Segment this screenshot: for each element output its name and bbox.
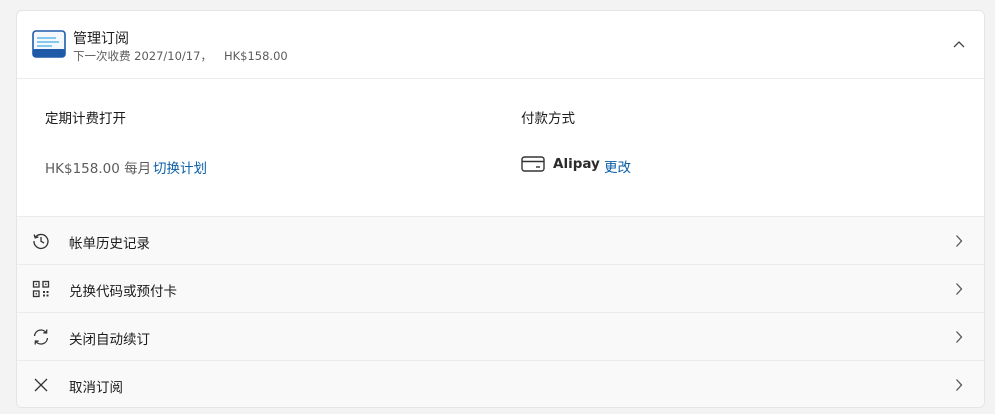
next-billing-date: 2027/10/17， bbox=[134, 49, 212, 63]
next-billing-label: 下一次收费 bbox=[73, 49, 131, 63]
chevron-right-icon bbox=[956, 331, 963, 343]
plan-price: HK$158.00 每月 bbox=[45, 161, 152, 177]
chevron-up-icon[interactable] bbox=[952, 39, 966, 49]
qr-code-icon bbox=[32, 280, 50, 298]
list-item-turn-off-auto-renew[interactable]: 关闭自动续订 bbox=[17, 312, 984, 360]
list-item-label: 帐单历史记录 bbox=[69, 236, 150, 252]
subscription-card: 管理订阅 下一次收费 2027/10/17， HK$158.00 定期计费打开 H… bbox=[16, 10, 985, 408]
subscription-details: 定期计费打开 HK$158.00 每月 切换计划 付款方式 Alipay 更改 bbox=[17, 80, 984, 216]
chevron-right-icon bbox=[956, 379, 963, 391]
payment-method-label: 付款方式 bbox=[521, 111, 575, 127]
list-item-label: 关闭自动续订 bbox=[69, 332, 150, 348]
history-icon bbox=[33, 233, 49, 250]
chevron-right-icon bbox=[956, 283, 963, 295]
list-item-label: 取消订阅 bbox=[69, 380, 123, 396]
sync-icon bbox=[33, 329, 49, 345]
subscription-actions: 帐单历史记录 兑换代码或预付卡 关闭自动续订 取消订阅 bbox=[17, 216, 984, 407]
list-item-cancel-subscription[interactable]: 取消订阅 bbox=[17, 360, 984, 407]
next-billing-info: 下一次收费 2027/10/17， HK$158.00 bbox=[73, 48, 288, 64]
subscription-card-icon bbox=[32, 30, 66, 58]
chevron-right-icon bbox=[956, 235, 963, 247]
credit-card-icon bbox=[521, 156, 545, 172]
page-title: 管理订阅 bbox=[73, 31, 129, 47]
change-payment-link[interactable]: 更改 bbox=[604, 156, 631, 176]
list-item-label: 兑换代码或预付卡 bbox=[69, 284, 177, 300]
subscription-header[interactable]: 管理订阅 下一次收费 2027/10/17， HK$158.00 bbox=[17, 11, 984, 79]
list-item-redeem-code[interactable]: 兑换代码或预付卡 bbox=[17, 264, 984, 312]
close-icon bbox=[34, 378, 48, 392]
switch-plan-link[interactable]: 切换计划 bbox=[153, 157, 207, 177]
payment-method-name: Alipay bbox=[553, 156, 600, 172]
list-item-billing-history[interactable]: 帐单历史记录 bbox=[17, 216, 984, 264]
recurring-billing-label: 定期计费打开 bbox=[45, 111, 126, 127]
next-billing-amount: HK$158.00 bbox=[223, 49, 288, 63]
